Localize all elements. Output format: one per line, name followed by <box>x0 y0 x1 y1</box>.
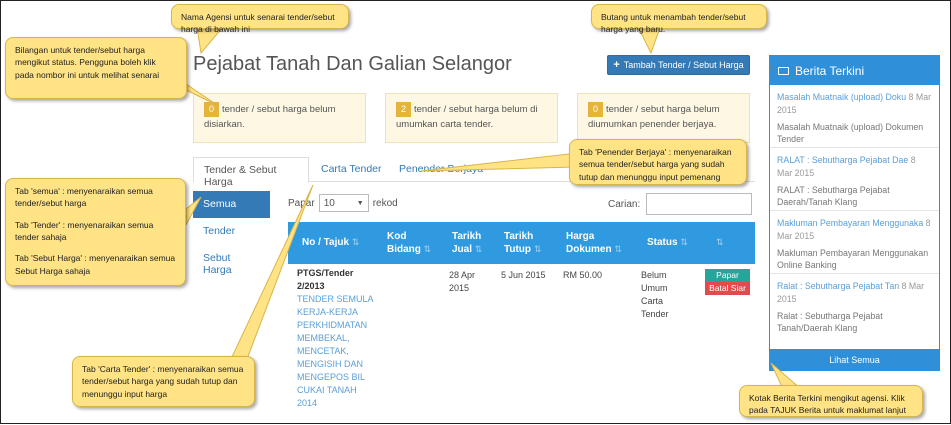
callout-berita: Kotak Berita Terkini mengikut agensi. Kl… <box>739 385 923 417</box>
callout-penender: Tab 'Penender Berjaya' : menyenaraikan s… <box>569 139 747 185</box>
callout-side-tabs: Tab 'semua' : menyenaraikan semua tender… <box>5 178 186 286</box>
callout-add: Butang untuk menambah tender/sebut harga… <box>591 4 767 34</box>
callout-side-c: Tab 'Sebut Harga' : menyenaraikan semua … <box>15 253 176 276</box>
callout-agency: Nama Agensi untuk senarai tender/sebut h… <box>171 4 349 34</box>
callout-side-a: Tab 'semua' : menyenaraikan semua tender… <box>15 186 153 209</box>
callout-carta: Tab 'Carta Tender' : menyenaraikan semua… <box>72 356 255 407</box>
callout-side-b: Tab 'Tender' : menyenaraikan semua tende… <box>15 219 154 242</box>
callout-count: Bilangan untuk tender/sebut harga mengik… <box>5 37 187 99</box>
